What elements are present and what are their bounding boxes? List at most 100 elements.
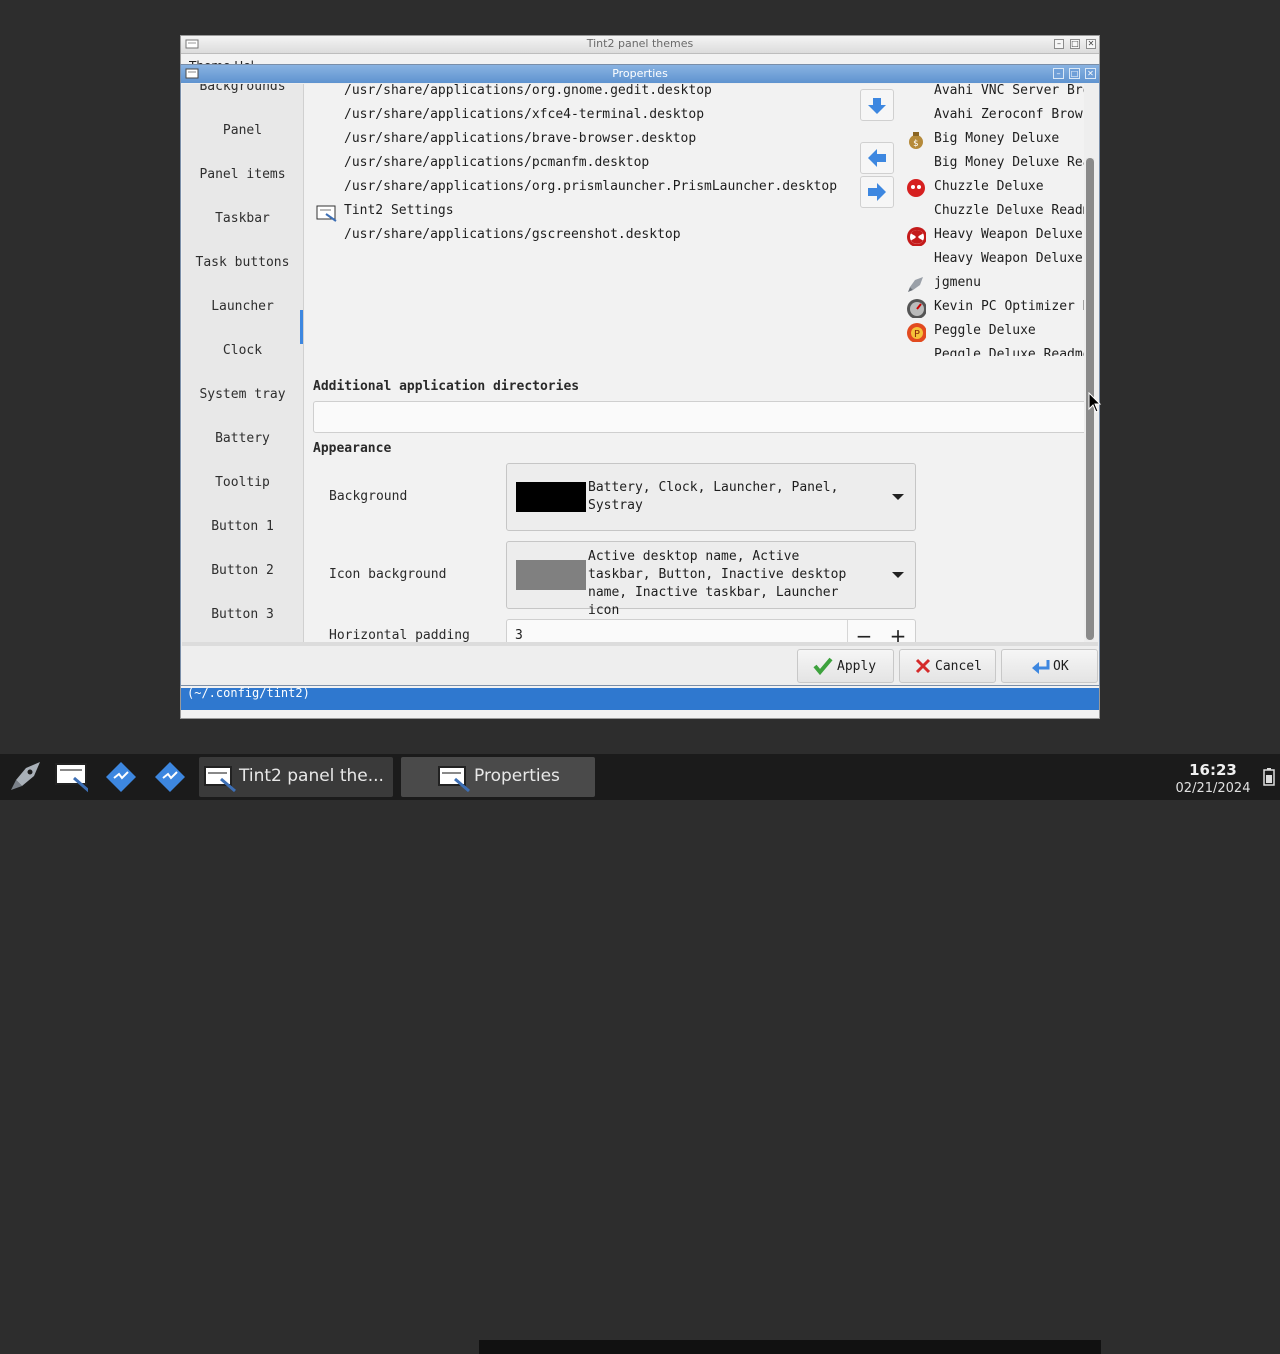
chuzzle-icon xyxy=(907,179,925,197)
properties-window-title: Properties xyxy=(612,67,668,80)
additional-dirs-heading: Additional application directories xyxy=(313,379,580,394)
clock-time[interactable]: 16:23 xyxy=(1175,761,1251,779)
launcher-items-list[interactable]: /usr/share/applications/org.gnome.gedit.… xyxy=(304,84,849,354)
diamond-app-icon[interactable] xyxy=(104,760,138,794)
sidebar-item-panel-items[interactable]: Panel items xyxy=(182,167,303,182)
list-item[interactable]: Big Money Deluxe Readme xyxy=(934,155,1084,170)
settings-sidebar: Backgrounds Panel Panel items Taskbar Ta… xyxy=(182,84,304,642)
icon-background-dropdown[interactable]: Active desktop name, Active taskbar, But… xyxy=(506,541,916,618)
tint2-window-icon xyxy=(438,766,470,793)
taskbar: Tint2 panel the... Properties 16:23 02/2… xyxy=(0,754,1280,800)
themes-selected-row[interactable]: (~/.config/tint2) xyxy=(181,686,1101,1354)
themes-titlebar[interactable]: Tint2 panel themes – □ ✕ xyxy=(181,36,1099,54)
themes-window-title: Tint2 panel themes xyxy=(586,37,694,50)
list-item[interactable]: /usr/share/applications/org.gnome.gedit.… xyxy=(344,84,712,98)
minimize-button[interactable]: – xyxy=(1054,39,1064,49)
themes-bottom-area xyxy=(181,710,1099,718)
list-item[interactable]: /usr/share/applications/gscreenshot.desk… xyxy=(344,227,681,242)
apply-label: Apply xyxy=(837,659,877,674)
horizontal-scrollbar[interactable] xyxy=(182,642,1098,646)
close-button[interactable]: ✕ xyxy=(1085,68,1096,79)
appearance-heading: Appearance xyxy=(313,441,392,456)
background-color-swatch xyxy=(516,482,586,512)
list-item[interactable]: /usr/share/applications/brave-browser.de… xyxy=(344,131,696,146)
list-item[interactable]: /usr/share/applications/xfce4-terminal.d… xyxy=(344,107,704,122)
sidebar-item-backgrounds[interactable]: Backgrounds xyxy=(182,84,303,94)
increment-button[interactable]: + xyxy=(887,626,909,642)
list-item[interactable]: /usr/share/applications/pcmanfm.desktop xyxy=(344,155,649,170)
arrow-down-icon xyxy=(868,98,886,114)
app-label: Big Money Deluxe xyxy=(934,131,1060,146)
diamond-app-icon[interactable] xyxy=(153,760,187,794)
list-item[interactable]: jgmenu xyxy=(908,275,1084,292)
tint2-settings-icon xyxy=(316,205,337,222)
list-item[interactable]: Heavy Weapon Deluxe Readme xyxy=(934,251,1084,266)
task-properties[interactable]: Properties xyxy=(401,757,595,797)
icon-background-dropdown-value: Active desktop name, Active taskbar, But… xyxy=(588,549,847,618)
app-label: Heavy Weapon Deluxe xyxy=(934,227,1083,242)
sidebar-item-taskbar[interactable]: Taskbar xyxy=(182,211,303,226)
list-item[interactable]: /usr/share/applications/org.prismlaunche… xyxy=(344,179,837,194)
list-item[interactable]: Tint2 Settings xyxy=(344,203,454,218)
sidebar-item-clock[interactable]: Clock xyxy=(182,343,303,358)
maximize-button[interactable]: □ xyxy=(1069,68,1080,79)
ok-button[interactable]: OK xyxy=(1001,649,1098,683)
minimize-button[interactable]: – xyxy=(1053,68,1064,79)
arrow-left-icon xyxy=(868,149,886,167)
radiation-icon xyxy=(907,227,926,246)
available-apps-list[interactable]: Avahi VNC Server Browser Avahi Zeroconf … xyxy=(904,84,1084,356)
peggle-icon: P xyxy=(907,323,926,342)
sidebar-item-button-2[interactable]: Button 2 xyxy=(182,563,303,578)
list-item[interactable]: Chuzzle Deluxe Readme xyxy=(934,203,1084,218)
app-label: Peggle Deluxe xyxy=(934,323,1036,338)
properties-titlebar[interactable]: Properties – □ ✕ xyxy=(181,65,1099,83)
themes-config-path: (~/.config/tint2) xyxy=(187,686,310,700)
list-item[interactable]: Chuzzle Deluxe xyxy=(907,179,1084,197)
tint2-settings-icon[interactable] xyxy=(54,760,88,794)
mouse-cursor-icon xyxy=(1088,392,1102,413)
horizontal-padding-spinner[interactable]: 3 − + xyxy=(506,619,916,642)
svg-text:P: P xyxy=(914,329,920,340)
sidebar-item-battery[interactable]: Battery xyxy=(182,431,303,446)
list-item[interactable]: Heavy Weapon Deluxe xyxy=(907,227,1084,246)
apply-button[interactable]: Apply xyxy=(797,649,894,683)
list-item[interactable]: $ Big Money Deluxe xyxy=(909,131,1084,149)
rocket-icon xyxy=(908,277,923,292)
theme-preview xyxy=(479,1340,1101,1354)
sidebar-item-button-1[interactable]: Button 1 xyxy=(182,519,303,534)
sidebar-item-panel[interactable]: Panel xyxy=(182,123,303,138)
cancel-button[interactable]: Cancel xyxy=(899,649,996,683)
additional-dirs-input[interactable] xyxy=(313,401,1084,433)
sidebar-item-launcher[interactable]: Launcher xyxy=(182,299,303,314)
clock-date[interactable]: 02/21/2024 xyxy=(1170,781,1256,796)
list-item[interactable]: P Peggle Deluxe xyxy=(907,323,1084,342)
task-tint2-panel-themes[interactable]: Tint2 panel the... xyxy=(199,757,393,797)
list-item[interactable]: Kevin PC Optimizer Home xyxy=(907,299,1084,318)
properties-window: Properties – □ ✕ Backgrounds Panel Panel… xyxy=(180,64,1100,686)
sidebar-item-button-3[interactable]: Button 3 xyxy=(182,607,303,622)
list-item[interactable]: Avahi Zeroconf Browser xyxy=(934,107,1084,122)
decrement-button[interactable]: − xyxy=(853,626,875,642)
task-label: Tint2 panel the... xyxy=(239,766,384,786)
horizontal-padding-value: 3 xyxy=(515,628,523,642)
maximize-button[interactable]: □ xyxy=(1070,39,1080,49)
app-label: Chuzzle Deluxe xyxy=(934,179,1044,194)
add-to-launcher-button[interactable] xyxy=(860,176,894,208)
sidebar-item-tooltip[interactable]: Tooltip xyxy=(182,475,303,490)
icon-background-label: Icon background xyxy=(329,567,447,582)
tint2-window-icon xyxy=(204,766,236,793)
move-down-button[interactable] xyxy=(860,89,894,121)
sidebar-item-task-buttons[interactable]: Task buttons xyxy=(182,255,303,270)
background-dropdown[interactable]: Battery, Clock, Launcher, Panel, Systray xyxy=(506,463,916,531)
icon-background-color-swatch xyxy=(516,560,586,590)
battery-icon[interactable] xyxy=(1262,768,1276,786)
app-label: jgmenu xyxy=(934,275,981,290)
list-item[interactable]: Avahi VNC Server Browser xyxy=(934,84,1084,98)
cancel-x-icon xyxy=(915,658,931,674)
remove-from-launcher-button[interactable] xyxy=(860,142,894,174)
rocket-icon[interactable] xyxy=(8,760,42,794)
sidebar-item-system-tray[interactable]: System tray xyxy=(182,387,303,402)
close-button[interactable]: ✕ xyxy=(1086,39,1096,49)
sidebar-selection-indicator xyxy=(300,310,303,344)
list-item[interactable]: Peggle Deluxe Readme xyxy=(934,347,1084,356)
